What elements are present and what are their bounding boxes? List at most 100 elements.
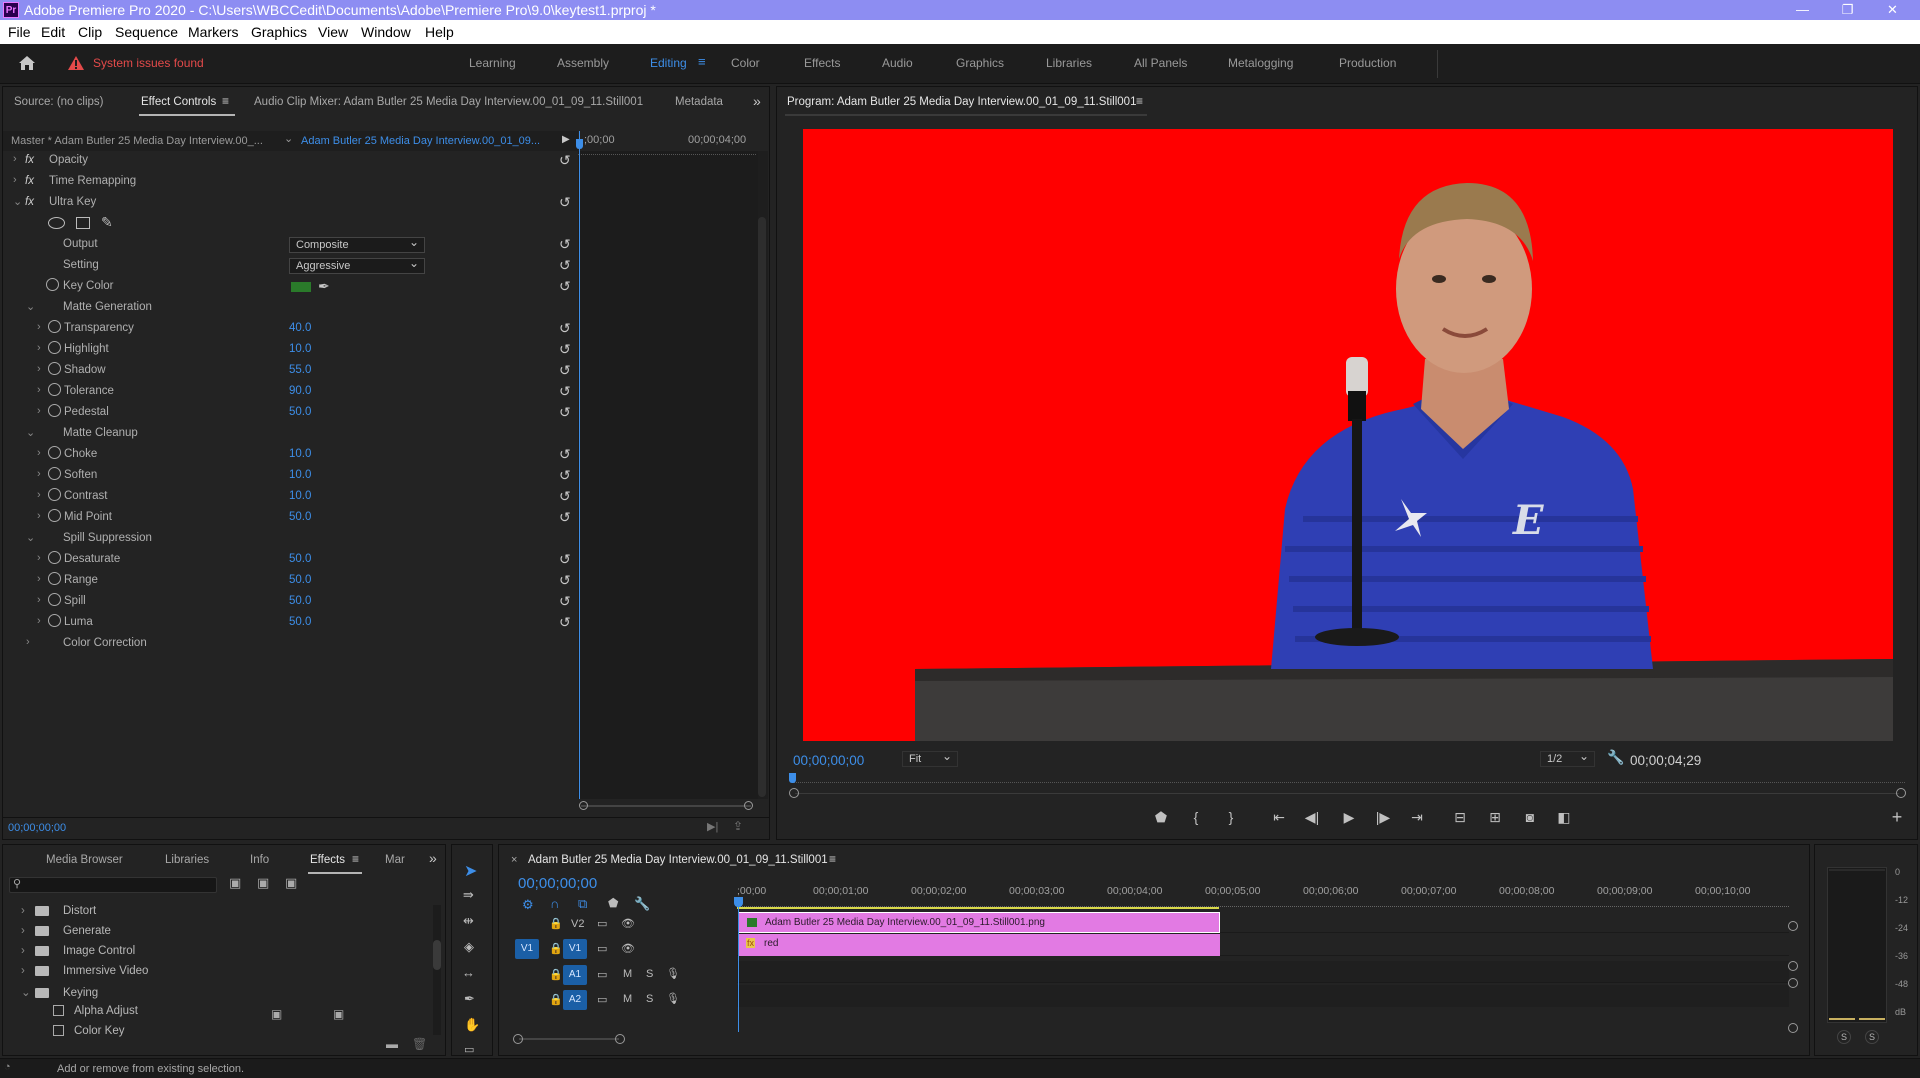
play-clip-icon[interactable]: ▶ <box>562 134 570 145</box>
param-value[interactable]: 50.0 <box>289 574 311 586</box>
32bit-effects-icon[interactable]: ▣ <box>257 875 269 891</box>
selection-tool-icon[interactable]: ➤ <box>464 861 477 881</box>
effects-menu-icon[interactable]: ≡ <box>352 852 359 866</box>
go-to-out-icon[interactable]: ⇥ <box>1406 809 1428 826</box>
pen-tool-icon[interactable]: ✒ <box>464 991 475 1007</box>
stopwatch-icon[interactable] <box>46 278 59 291</box>
effect-ultra-key-row[interactable]: ⌄ fx Ultra Key ↺ <box>13 193 573 214</box>
workspace-tab-editing[interactable]: Editing <box>650 56 687 70</box>
ripple-edit-tool-icon[interactable]: ⇹ <box>463 913 474 929</box>
step-back-icon[interactable]: ◀| <box>1301 809 1323 826</box>
timeline-settings-wrench-icon[interactable]: 🔧 <box>634 896 650 912</box>
output-dropdown[interactable]: Composite <box>289 235 425 253</box>
menu-sequence[interactable]: Sequence <box>115 24 178 40</box>
matte-cleanup-row[interactable]: ⌄ Matte Cleanup <box>13 424 573 445</box>
workspace-tab-assembly[interactable]: Assembly <box>557 56 609 70</box>
ec-timecode[interactable]: 00;00;00;00 <box>8 822 66 834</box>
collapse-chevron-icon[interactable]: ⌄ <box>21 985 35 999</box>
effect-item-color-key[interactable]: Color Key <box>53 1025 125 1043</box>
stopwatch-icon[interactable] <box>48 572 61 585</box>
key-color-swatch[interactable] <box>291 282 311 292</box>
audio-scroll-handle[interactable] <box>1788 978 1798 988</box>
track-lane-a1[interactable] <box>737 961 1789 983</box>
param-value[interactable]: 10.0 <box>289 448 311 460</box>
menu-help[interactable]: Help <box>425 24 454 40</box>
param-value[interactable]: 50.0 <box>289 553 311 565</box>
track-select-tool-icon[interactable]: ⇛ <box>463 887 474 903</box>
stopwatch-icon[interactable] <box>48 614 61 627</box>
ec-mini-timeline[interactable] <box>578 151 758 799</box>
video-scroll-handle[interactable] <box>1788 921 1798 931</box>
effects-search-input[interactable] <box>9 877 217 893</box>
workspace-menu-icon[interactable]: ≡ <box>698 54 706 69</box>
lock-icon[interactable]: 🔒 <box>549 993 563 1006</box>
system-issues-warning[interactable]: System issues found <box>93 56 204 70</box>
stopwatch-icon[interactable] <box>48 593 61 606</box>
tab-media-browser[interactable]: Media Browser <box>46 854 123 866</box>
tab-source[interactable]: Source: (no clips) <box>14 96 103 108</box>
tab-libraries[interactable]: Libraries <box>165 854 209 866</box>
program-zoom-right[interactable] <box>1896 788 1906 798</box>
expand-chevron-icon[interactable]: › <box>37 405 41 417</box>
param-value[interactable]: 50.0 <box>289 616 311 628</box>
expand-chevron-icon[interactable]: › <box>37 321 41 333</box>
lock-icon[interactable]: 🔒 <box>549 968 563 981</box>
collapse-chevron-icon[interactable]: ⌄ <box>13 195 22 208</box>
stopwatch-icon[interactable] <box>48 488 61 501</box>
spill-suppression-row[interactable]: ⌄ Spill Suppression <box>13 529 573 550</box>
ec-zoom-bar[interactable] <box>581 805 751 807</box>
track-target-a1[interactable]: A1 <box>563 965 587 985</box>
menu-graphics[interactable]: Graphics <box>251 24 307 40</box>
clip-red[interactable]: fx red <box>738 934 1220 956</box>
expand-chevron-icon[interactable]: › <box>13 174 17 186</box>
add-marker-icon[interactable]: ⬟ <box>608 896 618 910</box>
effect-time-remap-row[interactable]: › fx Time Remapping <box>13 172 573 193</box>
minimize-button[interactable]: — <box>1780 0 1825 20</box>
camera-icon[interactable]: ◙ <box>1519 809 1541 825</box>
pen-mask-icon[interactable]: ✎ <box>101 214 113 231</box>
expand-chevron-icon[interactable]: › <box>37 615 41 627</box>
snap-icon[interactable]: ∩ <box>550 896 559 911</box>
sync-lock-icon[interactable]: ▭ <box>597 993 607 1006</box>
linked-selection-icon[interactable]: ⧉ <box>578 896 587 912</box>
extract-icon[interactable]: ⊞ <box>1484 809 1506 826</box>
reset-icon[interactable]: ↺ <box>559 383 571 400</box>
stopwatch-icon[interactable] <box>48 509 61 522</box>
mic-icon[interactable]: 🎙 <box>666 967 680 980</box>
expand-chevron-icon[interactable]: › <box>26 636 30 648</box>
stopwatch-icon[interactable] <box>48 341 61 354</box>
program-zoom-bar[interactable] <box>795 793 1899 794</box>
effects-folder-generate[interactable]: › Generate <box>21 925 111 943</box>
reset-icon[interactable]: ↺ <box>559 278 571 295</box>
clip-still-png[interactable]: Adam Butler 25 Media Day Interview.00_01… <box>738 912 1220 933</box>
reset-icon[interactable]: ↺ <box>559 257 571 274</box>
razor-tool-icon[interactable]: ◈ <box>464 939 474 955</box>
workspace-tab-audio[interactable]: Audio <box>882 56 913 70</box>
reset-icon[interactable]: ↺ <box>559 236 571 253</box>
wrench-icon[interactable]: 🔧 <box>1607 749 1624 766</box>
effects-scrollbar-thumb[interactable] <box>433 940 441 970</box>
tab-effects[interactable]: Effects <box>310 854 345 866</box>
solo-button[interactable]: S <box>646 968 653 980</box>
panel-menu-icon[interactable]: ≡ <box>222 94 229 108</box>
expand-chevron-icon[interactable]: › <box>37 510 41 522</box>
reset-icon[interactable]: ↺ <box>559 341 571 358</box>
menu-file[interactable]: File <box>8 24 31 40</box>
param-value[interactable]: 10.0 <box>289 490 311 502</box>
workspace-tab-production[interactable]: Production <box>1339 56 1396 70</box>
close-sequence-icon[interactable]: × <box>511 854 517 866</box>
work-area-bar[interactable] <box>737 907 1219 909</box>
effect-item-alpha-adjust[interactable]: Alpha Adjust <box>53 1005 138 1023</box>
track-target-a2[interactable]: A2 <box>563 990 587 1010</box>
expand-chevron-icon[interactable]: › <box>37 489 41 501</box>
expand-chevron-icon[interactable]: › <box>21 945 35 957</box>
workspace-tab-graphics[interactable]: Graphics <box>956 56 1004 70</box>
solo-right-button[interactable]: S <box>1865 1030 1879 1044</box>
param-value[interactable]: 55.0 <box>289 364 311 376</box>
expand-chevron-icon[interactable]: › <box>37 552 41 564</box>
workspace-tab-color[interactable]: Color <box>731 56 760 70</box>
workspace-tab-all-panels[interactable]: All Panels <box>1134 56 1187 70</box>
lock-icon[interactable]: 🔒 <box>549 942 563 955</box>
stopwatch-icon[interactable] <box>48 362 61 375</box>
lock-icon[interactable]: 🔒 <box>549 917 563 930</box>
